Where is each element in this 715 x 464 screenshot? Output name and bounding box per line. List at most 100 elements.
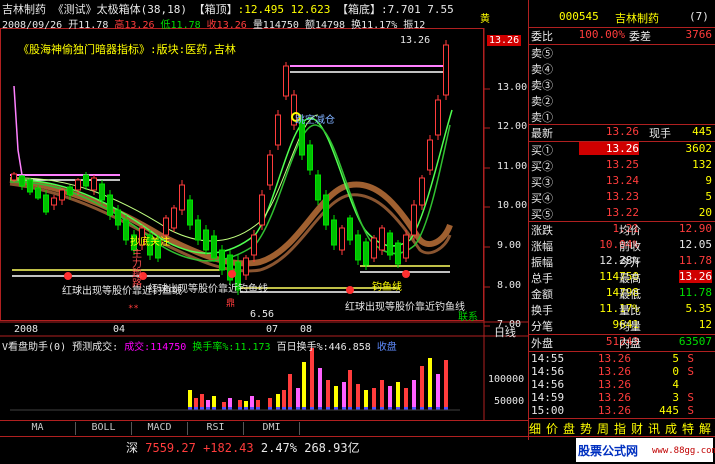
panel-tab[interactable]: 周 bbox=[597, 420, 609, 437]
annotation-lianxi: 联系 bbox=[458, 312, 478, 323]
candle-body bbox=[115, 209, 121, 226]
candle-body bbox=[387, 232, 393, 256]
stat-value: 12.90 bbox=[678, 222, 712, 235]
tick-volume: 3 bbox=[672, 391, 679, 404]
logo-text: 股票公式网 bbox=[578, 444, 639, 458]
sell-row: 卖④ bbox=[529, 61, 715, 77]
candle-body bbox=[331, 219, 337, 246]
volume-bar bbox=[356, 384, 360, 410]
stat-value: 12.05 bbox=[678, 238, 712, 251]
price-axis-label: 11.00 bbox=[497, 161, 528, 172]
date-label-04: 04 bbox=[113, 324, 126, 335]
candle-body bbox=[283, 65, 289, 97]
stat-label: 均量 bbox=[619, 320, 641, 333]
stat-label: 涨幅 bbox=[531, 240, 553, 253]
panel-tab[interactable]: 解 bbox=[699, 420, 711, 437]
quote-line: 2008/09/26 开11.78 高13.26 低11.78 收13.26 量… bbox=[2, 16, 425, 31]
period-label[interactable]: 日线 bbox=[494, 324, 516, 340]
latest-row: 最新 13.26 现手 445 bbox=[529, 125, 715, 141]
neipan-label: 内盘 bbox=[619, 337, 641, 350]
tick-price: 13.26 bbox=[597, 378, 631, 391]
quote-amount: 额14798 bbox=[304, 20, 346, 31]
index-amount: 268.93亿 bbox=[304, 441, 360, 455]
candle-body bbox=[187, 199, 193, 226]
annotation-stars: ** bbox=[128, 304, 139, 314]
tick-time: 14:56 bbox=[531, 365, 565, 378]
stat-row: 换手 11.17% 量比 5.35 bbox=[529, 302, 715, 318]
annotation-redball-2: 红球出现等股价靠近钓鱼线 bbox=[148, 284, 268, 295]
tab-rsi[interactable]: RSI bbox=[188, 422, 244, 435]
candle-body bbox=[419, 177, 425, 206]
candle-body bbox=[91, 177, 97, 191]
vol-pred: 预测成交: bbox=[72, 342, 119, 353]
annotation-chaodi: 抄底关注 bbox=[130, 237, 170, 248]
stock-seven: (7) bbox=[689, 10, 709, 23]
stat-label: 均价 bbox=[619, 224, 641, 237]
price-axis-label: 8.00 bbox=[497, 280, 522, 291]
panel-tab[interactable]: 细 bbox=[529, 420, 541, 437]
vol-turn-val: :11.173 bbox=[228, 342, 271, 353]
weicha-label: 委差 bbox=[629, 30, 651, 43]
candle-body bbox=[243, 257, 249, 276]
buy-volume: 9 bbox=[705, 174, 712, 187]
buy-row: 买② 13.25 132 bbox=[529, 158, 715, 174]
stat-label: 最低 bbox=[619, 288, 641, 301]
quote-volume: 量114750 bbox=[252, 20, 299, 31]
candle-body bbox=[51, 197, 57, 206]
buy-label: 买③ bbox=[531, 176, 553, 189]
waipan-label: 外盘 bbox=[531, 337, 553, 350]
quote-amplitude: 振12 bbox=[403, 20, 426, 31]
panel-tab[interactable]: 价 bbox=[546, 420, 558, 437]
stat-label: 涨跌 bbox=[531, 224, 553, 237]
chart-header: 吉林制药 《测试》太极箱体(38,18) 【箱顶】:12.495 12.623 … bbox=[2, 1, 454, 17]
tick-row: 14:55 13.26 5 S bbox=[529, 352, 715, 365]
volume-bar bbox=[296, 388, 300, 410]
stat-label: 量比 bbox=[619, 304, 641, 317]
sell-label: 卖④ bbox=[531, 63, 553, 76]
buy-label: 买① bbox=[531, 144, 553, 157]
red-ball bbox=[228, 270, 236, 278]
stat-value: 11.78 bbox=[678, 254, 712, 267]
indicator-name: 《测试》太极箱体(38,18) bbox=[52, 3, 187, 16]
stat-label: 金额 bbox=[531, 288, 553, 301]
date-label-08: 08 bbox=[300, 324, 313, 335]
red-ball bbox=[402, 270, 410, 278]
panel-tabs: 细价盘势周指财讯成特解 bbox=[529, 419, 715, 437]
volume-bar bbox=[348, 370, 352, 410]
tick-side: S bbox=[687, 352, 694, 365]
date-label-07: 07 bbox=[266, 324, 279, 335]
panel-tab[interactable]: 成 bbox=[665, 420, 677, 437]
index-change: +182.43 bbox=[203, 441, 254, 455]
stat-row: 金额 14798 最低 11.78 bbox=[529, 286, 715, 302]
panel-tab[interactable]: 盘 bbox=[563, 420, 575, 437]
candle-body bbox=[267, 154, 273, 186]
stat-label: 分笔 bbox=[531, 320, 553, 333]
volume-bar bbox=[302, 362, 306, 410]
panel-tab[interactable]: 指 bbox=[614, 420, 626, 437]
buy-price: 13.26 bbox=[579, 142, 639, 155]
panel-tab[interactable]: 财 bbox=[631, 420, 643, 437]
panel-tab[interactable]: 讯 bbox=[648, 420, 660, 437]
index-ticker[interactable]: 深 7559.27 +182.43 2.47% 268.93亿 bbox=[126, 439, 360, 456]
annotation-ding: 鼎 bbox=[226, 299, 236, 309]
candle-body bbox=[179, 184, 185, 211]
panel-tab[interactable]: 势 bbox=[580, 420, 592, 437]
panel-tab[interactable]: 特 bbox=[682, 420, 694, 437]
kline-chart[interactable] bbox=[0, 0, 528, 420]
candle-body bbox=[371, 237, 377, 259]
volume-bar bbox=[436, 374, 440, 410]
tab-dmi[interactable]: DMI bbox=[244, 422, 300, 435]
tab-boll[interactable]: BOLL bbox=[76, 422, 132, 435]
stat-row: 分笔 9641 均量 12 bbox=[529, 318, 715, 334]
buy-label: 买② bbox=[531, 160, 553, 173]
candle-body bbox=[19, 175, 25, 187]
min-price-label: 6.56 bbox=[250, 309, 275, 320]
sell-row: 卖① bbox=[529, 109, 715, 125]
xianshou-label: 现手 bbox=[649, 127, 671, 140]
volume-bar bbox=[342, 382, 346, 410]
stock-code: 000545 bbox=[559, 10, 599, 23]
tab-ma[interactable]: MA bbox=[0, 422, 76, 435]
tab-macd[interactable]: MACD bbox=[132, 422, 188, 435]
buy-volume: 3602 bbox=[685, 142, 713, 155]
top-price-box: 13.26 bbox=[487, 35, 522, 46]
